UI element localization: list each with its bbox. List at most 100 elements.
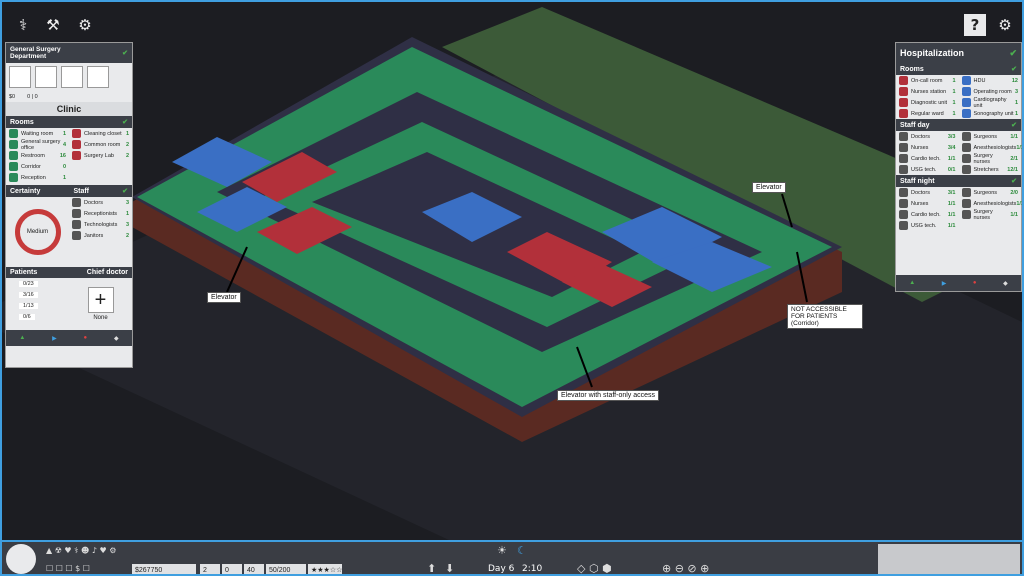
staff-elevator-label: Elevator with staff-only access — [557, 390, 660, 401]
room-icon — [9, 151, 18, 160]
item-label: Restroom — [21, 152, 45, 159]
room-icon — [961, 165, 971, 174]
room-icon — [9, 129, 18, 138]
room-icon — [9, 162, 18, 171]
pointer-icon[interactable]: ▶ — [942, 280, 947, 287]
thumbs-up-icon[interactable]: ▲ — [19, 335, 25, 341]
item-count: 1/1 — [947, 211, 956, 218]
item-label: Common room — [84, 141, 121, 148]
layers-icon[interactable]: ◆ — [114, 335, 119, 342]
zoom-icons[interactable]: ⊕ ⊖ ⊘ ⊕ — [662, 562, 709, 574]
rp-rooms-left: On-call room 1 Nurses station 1 Diagnostic u… — [896, 75, 959, 119]
rooms-grid: Waiting room 1 General surgery office 4 Rest… — [6, 128, 132, 183]
item-label: HDU — [973, 77, 986, 84]
item-count: 1 — [62, 130, 66, 137]
item-count: 3/4 — [947, 144, 956, 151]
item-label: Surgery Lab — [84, 152, 114, 159]
list-item: Restroom 16 — [6, 150, 69, 161]
staff-day-header: Staff day ✔ — [896, 119, 1021, 131]
uniform-icon[interactable] — [61, 66, 83, 88]
item-count: 1/1 — [947, 155, 956, 162]
list-item: Nurses 1/1 — [896, 198, 959, 209]
room-icon — [72, 231, 81, 240]
item-label: Stretchers — [973, 166, 999, 173]
floor-down-icon[interactable]: ⬇ — [445, 562, 454, 574]
bottom-bar: ▲ ☢ ♥ ⚕ ☻ ♪ ♥ ⚙ ☐ ☐ ☐ $ ☐ $267750 2 0 40… — [2, 540, 1022, 574]
item-count: 2 — [125, 141, 129, 148]
item-count: 2 — [125, 232, 129, 239]
hammer-icon[interactable]: ⚒ — [42, 14, 64, 36]
hand-icon[interactable] — [87, 66, 109, 88]
item-label: Cardiography unit — [973, 96, 1007, 109]
moon-icon[interactable]: ☾ — [517, 544, 527, 557]
list-item: Surgery Lab 2 — [69, 150, 132, 161]
room-icon — [899, 109, 908, 118]
item-label: Nurses — [911, 200, 929, 207]
doctor-icon[interactable]: ⚕ — [12, 14, 34, 36]
tool-icons[interactable]: ☐ ☐ ☐ $ ☐ — [46, 564, 90, 573]
item-count: 2/0 — [1010, 189, 1018, 196]
department-actions — [6, 63, 132, 91]
item-label: Cardio tech. — [911, 211, 941, 218]
capacity-display: 50/200 — [266, 564, 306, 574]
item-label: Cardio tech. — [911, 155, 941, 162]
item-label: USG tech. — [911, 222, 937, 229]
room-icon — [899, 188, 908, 197]
stop-icon[interactable]: ● — [84, 335, 88, 341]
thumbs-up-icon[interactable]: ▲ — [909, 280, 915, 286]
stop-icon[interactable]: ● — [973, 280, 977, 286]
item-label: Corridor — [21, 163, 41, 170]
list-item: Anesthesiologists 1/1 — [959, 198, 1022, 209]
item-label: Nurses station — [911, 88, 947, 95]
list-item: Corridor 0 — [6, 161, 69, 172]
stat-b: 0 — [222, 564, 242, 574]
hire-icon[interactable] — [9, 66, 31, 88]
item-label: Surgery nurses — [973, 208, 993, 221]
room-icon — [899, 154, 908, 163]
hospitalization-panel: Hospitalization ✔ Rooms ✔ On-call room 1 Nur… — [895, 42, 1022, 292]
room-icon — [899, 210, 908, 219]
rooms-left-list: Waiting room 1 General surgery office 4 Rest… — [6, 128, 69, 183]
gears-icon[interactable]: ⚙ — [74, 14, 96, 36]
room-icon — [961, 154, 971, 163]
view-mode-icons[interactable]: ◇ ⬡ ⬢ — [577, 562, 612, 574]
not-accessible-label: NOT ACCESSIBLE FOR PATIENTS (Corridor) — [787, 304, 863, 329]
floor-up-icon[interactable]: ⬆ — [427, 562, 436, 574]
isometric-map[interactable] — [2, 2, 1022, 574]
room-icon — [9, 173, 18, 182]
department-header: General Surgery Department ✔ — [6, 43, 132, 63]
list-item: Reception 1 — [6, 172, 69, 183]
room-icon — [899, 76, 908, 85]
pointer-icon[interactable]: ▶ — [52, 335, 57, 342]
alert-icons[interactable]: ▲ ☢ ♥ ⚕ ☻ ♪ ♥ ⚙ — [46, 546, 116, 555]
money-display: $267750 — [132, 564, 196, 574]
room-icon — [899, 143, 908, 152]
help-icon[interactable]: ? — [964, 14, 986, 36]
add-chief-button[interactable]: + — [87, 287, 114, 313]
tree-icon[interactable] — [35, 66, 57, 88]
layers-icon[interactable]: ◆ — [1003, 280, 1008, 287]
room-icon — [899, 132, 908, 141]
item-label: USG tech. — [911, 166, 937, 173]
item-label: Sonography unit — [973, 110, 1014, 117]
item-count: 3/1 — [947, 189, 956, 196]
item-count: 0/1 — [947, 166, 956, 173]
staff-day-grid: Doctors 3/3 Nurses 3/4 Cardio tech. 1/1 USG te… — [896, 131, 1022, 175]
item-count: 3 — [1014, 88, 1018, 95]
room-icon — [961, 188, 971, 197]
list-item: Cardio tech. 1/1 — [896, 153, 959, 164]
item-label: General surgery office — [21, 138, 61, 151]
minimap[interactable] — [878, 544, 1020, 574]
item-count: 1 — [125, 130, 129, 137]
sun-icon[interactable]: ☀ — [497, 544, 507, 557]
patient-count: 1/13 — [19, 302, 38, 309]
elevator-left-label: Elevator — [207, 292, 241, 303]
list-item: Anesthesiologists 1/1 — [959, 142, 1022, 153]
list-item: Cardio tech. 1/1 — [896, 209, 959, 220]
doctor-avatar[interactable] — [6, 544, 36, 574]
room-icon — [961, 143, 971, 152]
list-item: Stretchers 12/1 — [959, 164, 1022, 175]
left-panel-actions: ▲ ▶ ● ◆ — [6, 330, 132, 346]
settings-icon[interactable]: ⚙ — [994, 14, 1016, 36]
game-viewport[interactable]: ⚕ ⚒ ⚙ ? ⚙ General Surgery Department ✔ $… — [0, 0, 1024, 576]
